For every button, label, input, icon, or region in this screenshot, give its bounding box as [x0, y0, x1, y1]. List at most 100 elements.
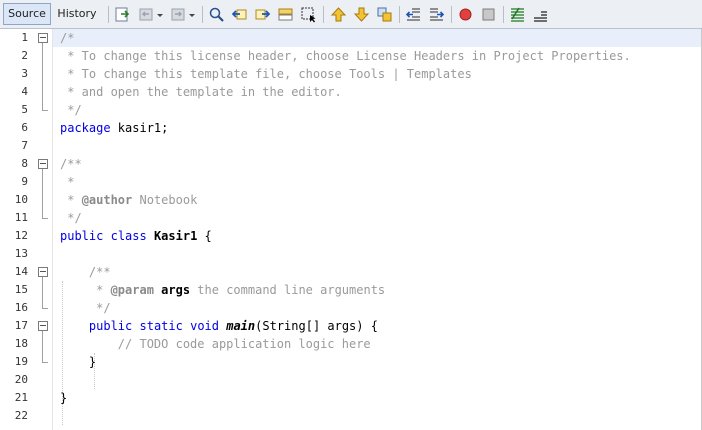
- code-area[interactable]: /* * To change this license header, choo…: [53, 29, 702, 430]
- code-line[interactable]: }: [53, 389, 702, 407]
- previous-bookmark-icon[interactable]: [330, 6, 347, 23]
- fold-column: [34, 29, 52, 430]
- fold-end-marker: [42, 362, 48, 363]
- fold-end-marker: [42, 110, 48, 111]
- fold-toggle-icon[interactable]: [38, 321, 48, 331]
- line-number: 21: [14, 391, 28, 404]
- line-number: 15: [14, 283, 28, 296]
- line-number: 6: [21, 121, 28, 134]
- code-line[interactable]: package kasir1;: [53, 119, 702, 137]
- code-text: * @param args the command line arguments: [60, 283, 386, 297]
- code-line[interactable]: * and open the template in the editor.: [53, 83, 702, 101]
- line-number: 16: [14, 301, 28, 314]
- code-line[interactable]: * To change this template file, choose T…: [53, 65, 702, 83]
- line-number: 4: [21, 85, 28, 98]
- toggle-bookmark-icon[interactable]: [376, 6, 393, 23]
- tab-history[interactable]: History: [53, 3, 101, 25]
- line-number: 11: [14, 211, 28, 224]
- toolbar-separator: [108, 6, 109, 23]
- line-number: 13: [14, 247, 28, 260]
- last-edit-icon[interactable]: [114, 6, 131, 23]
- fold-toggle-icon[interactable]: [38, 33, 48, 43]
- code-line[interactable]: public static void main(String[] args) {: [53, 317, 702, 335]
- line-number: 3: [21, 67, 28, 80]
- code-line[interactable]: * @author Notebook: [53, 191, 702, 209]
- code-line[interactable]: // TODO code application logic here: [53, 335, 702, 353]
- fold-toggle-icon[interactable]: [38, 159, 48, 169]
- fold-line: [42, 43, 43, 110]
- fold-end-marker: [42, 308, 48, 309]
- code-text: * @author Notebook: [60, 193, 198, 207]
- code-line[interactable]: /*: [53, 29, 702, 47]
- line-number: 17: [14, 319, 28, 332]
- start-macro-recording-icon[interactable]: [457, 6, 474, 23]
- code-text: /**: [60, 265, 111, 279]
- line-number: 22: [14, 409, 28, 422]
- code-text: */: [60, 211, 82, 225]
- code-text: // TODO code application logic here: [117, 337, 371, 351]
- forward-dropdown-icon[interactable]: [188, 6, 196, 23]
- find-next-icon[interactable]: [254, 6, 271, 23]
- line-number: 5: [21, 103, 28, 116]
- toolbar-separator: [503, 6, 504, 23]
- forward-icon[interactable]: [170, 6, 187, 23]
- code-text: */: [60, 301, 111, 315]
- code-text: }: [60, 355, 97, 369]
- code-line[interactable]: */: [53, 299, 702, 317]
- line-number: 1: [21, 31, 28, 44]
- find-selection-icon[interactable]: [208, 6, 225, 23]
- next-bookmark-icon[interactable]: [353, 6, 370, 23]
- code-line[interactable]: [53, 371, 702, 389]
- stop-macro-recording-icon[interactable]: [480, 6, 497, 23]
- code-line[interactable]: /**: [53, 263, 702, 281]
- uncomment-icon[interactable]: [532, 6, 549, 23]
- fold-line: [42, 331, 43, 362]
- code-text: package kasir1;: [60, 121, 169, 135]
- find-previous-icon[interactable]: [231, 6, 248, 23]
- code-text: public class Kasir1 {: [60, 229, 212, 243]
- toggle-rect-selection-icon[interactable]: [300, 6, 317, 23]
- toolbar-separator: [399, 6, 400, 23]
- code-text: *: [60, 175, 75, 189]
- code-line[interactable]: * @param args the command line arguments: [53, 281, 702, 299]
- editor-toolbar: Source History: [0, 0, 702, 29]
- fold-end-marker: [42, 218, 48, 219]
- line-number: 2: [21, 49, 28, 62]
- fold-line: [42, 277, 43, 308]
- toolbar-separator: [323, 6, 324, 23]
- code-text: /**: [60, 157, 82, 171]
- line-number: 14: [14, 265, 28, 278]
- code-text: * and open the template in the editor.: [60, 85, 342, 99]
- back-dropdown-icon[interactable]: [156, 6, 164, 23]
- code-editor[interactable]: Source History /* * To change this licen…: [0, 0, 702, 430]
- fold-toggle-icon[interactable]: [38, 267, 48, 277]
- shift-left-icon[interactable]: [405, 6, 422, 23]
- code-line[interactable]: [53, 137, 702, 155]
- fold-line: [42, 169, 43, 218]
- line-number: 10: [14, 193, 28, 206]
- code-text: * To change this license header, choose …: [60, 49, 631, 63]
- code-line[interactable]: public class Kasir1 {: [53, 227, 702, 245]
- code-line[interactable]: }: [53, 353, 702, 371]
- comment-icon[interactable]: [509, 6, 526, 23]
- back-icon[interactable]: [138, 6, 155, 23]
- code-text: /*: [60, 31, 75, 45]
- shift-right-icon[interactable]: [428, 6, 445, 23]
- line-number: 20: [14, 373, 28, 386]
- toolbar-separator: [202, 6, 203, 23]
- code-text: }: [60, 391, 68, 405]
- toggle-highlight-icon[interactable]: [277, 6, 294, 23]
- code-line[interactable]: [53, 245, 702, 263]
- code-line[interactable]: */: [53, 101, 702, 119]
- code-line[interactable]: */: [53, 209, 702, 227]
- tab-source[interactable]: Source: [3, 3, 51, 25]
- code-line[interactable]: [53, 407, 702, 425]
- line-number: 19: [14, 355, 28, 368]
- code-line[interactable]: /**: [53, 155, 702, 173]
- code-line[interactable]: *: [53, 173, 702, 191]
- code-line[interactable]: * To change this license header, choose …: [53, 47, 702, 65]
